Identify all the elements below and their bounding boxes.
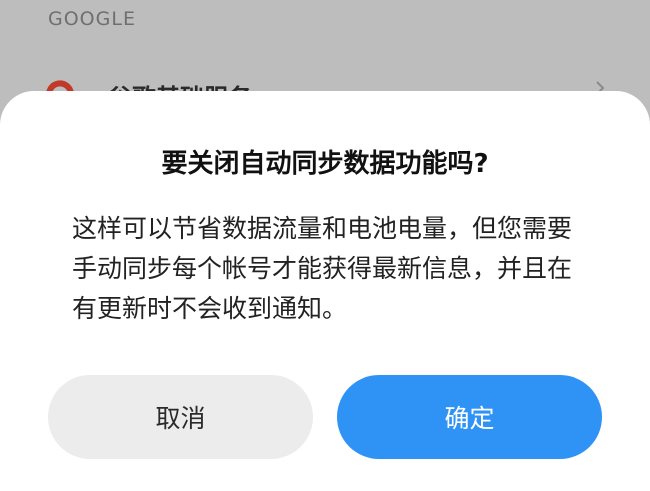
dialog-message: 这样可以节省数据流量和电池电量，但您需要手动同步每个帐号才能获得最新信息，并且在… — [72, 214, 573, 323]
cancel-button[interactable]: 取消 — [48, 375, 313, 459]
confirm-dialog: 要关闭自动同步数据功能吗? 这样可以节省数据流量和电池电量，但您需要手动同步每个… — [0, 91, 650, 491]
screen: GOOGLE 谷歌基础服务 要关闭自动同步数据功能吗? 这样可以节省数据流量和电… — [0, 0, 650, 491]
confirm-button[interactable]: 确定 — [337, 375, 602, 459]
dialog-title: 要关闭自动同步数据功能吗? — [161, 149, 489, 179]
section-header: GOOGLE — [48, 8, 136, 30]
